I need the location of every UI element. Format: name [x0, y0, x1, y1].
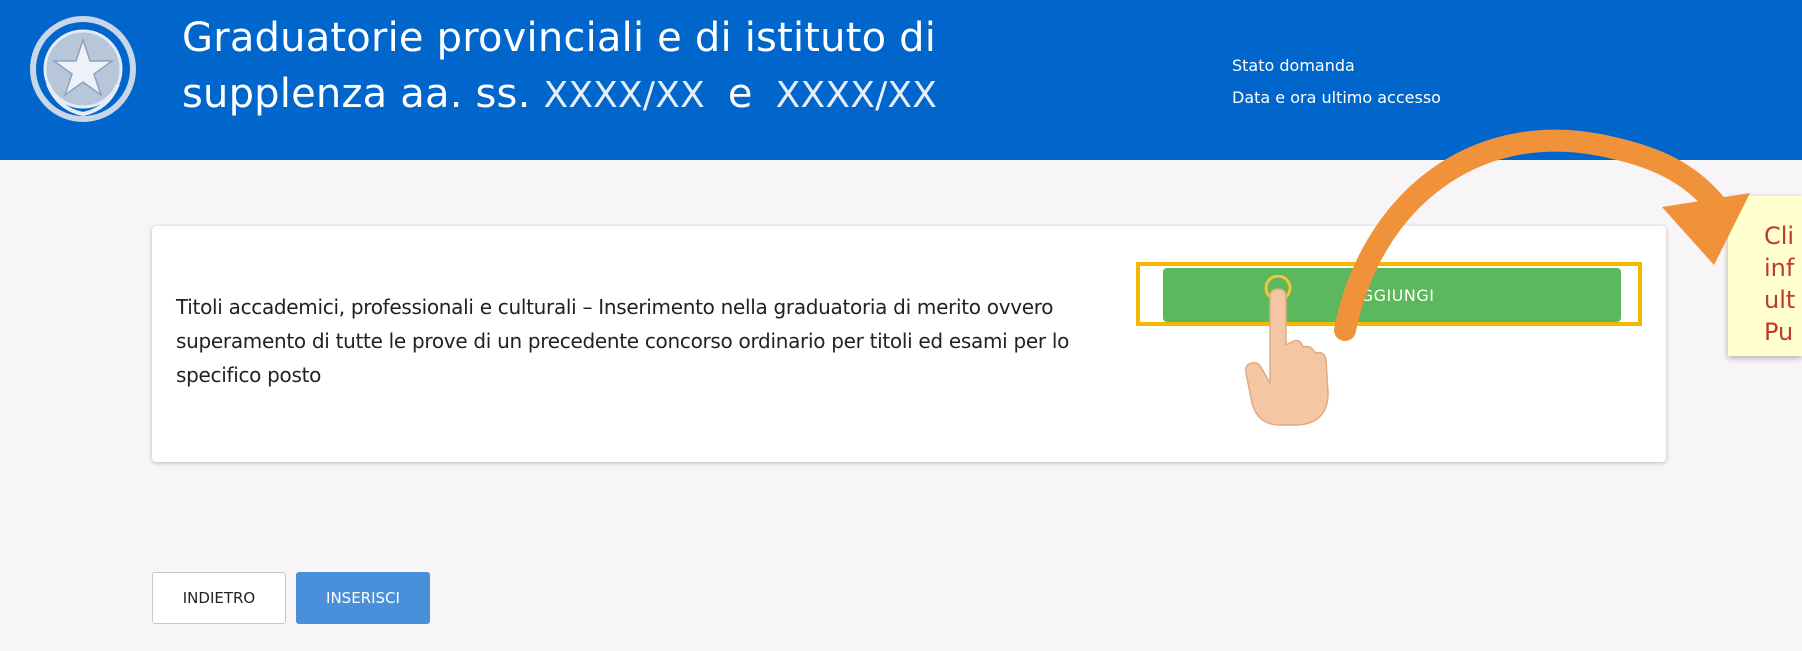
callout-line: ult: [1764, 286, 1796, 314]
status-info: Stato domanda Data e ora ultimo accesso: [1232, 50, 1441, 114]
callout-line: inf: [1764, 254, 1795, 282]
title-card: Titoli accademici, professionali e cultu…: [152, 226, 1666, 462]
title-line-1: Graduatorie provinciali e di istituto di: [182, 15, 937, 61]
add-button[interactable]: AGGIUNGI: [1163, 268, 1621, 322]
italian-republic-emblem-icon: [30, 16, 136, 122]
pointing-hand-icon: [1244, 275, 1329, 426]
callout-line: Pu: [1764, 318, 1794, 346]
card-description: Titoli accademici, professionali e cultu…: [176, 295, 1070, 387]
last-access-label: Data e ora ultimo accesso: [1232, 88, 1441, 107]
callout-line: Cli: [1764, 222, 1795, 250]
title-connector: e: [727, 71, 753, 117]
year-first: XXXX/XX: [543, 75, 705, 116]
callout-text: Cli inf ult Pu: [1764, 220, 1795, 348]
page-header: Graduatorie provinciali e di istituto di…: [0, 0, 1802, 160]
back-button[interactable]: INDIETRO: [152, 572, 286, 624]
insert-button[interactable]: INSERISCI: [296, 572, 430, 624]
page-title: Graduatorie provinciali e di istituto di…: [182, 10, 937, 124]
title-line-2: supplenza aa. ss. XXXX/XX e XXXX/XX: [182, 66, 937, 124]
main-content: Titoli accademici, professionali e cultu…: [0, 160, 1802, 651]
title-prefix: supplenza aa. ss.: [182, 71, 531, 117]
year-second: XXXX/XX: [775, 75, 938, 116]
status-label: Stato domanda: [1232, 56, 1355, 75]
callout-note: Cli inf ult Pu: [1728, 196, 1802, 356]
